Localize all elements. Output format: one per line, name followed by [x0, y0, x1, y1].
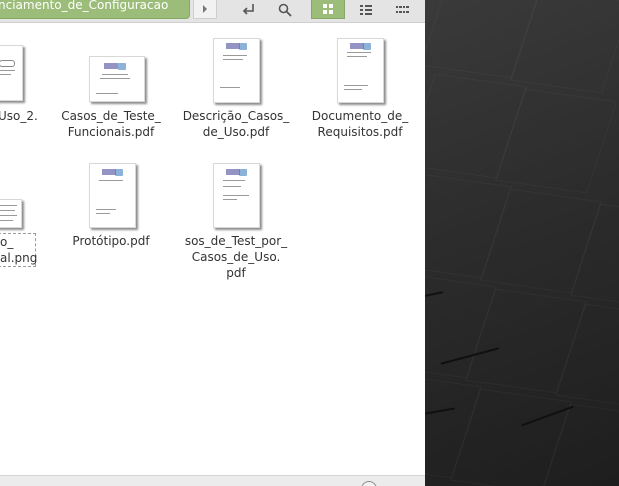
compact-view-button[interactable]: [388, 0, 416, 19]
search-icon: [278, 3, 292, 17]
pdf-thumbnail-icon: [337, 38, 384, 103]
path-bar-current-folder[interactable]: nciamento_de_Configuracao: [0, 0, 190, 19]
file-manager-window: nciamento_de_Configuracao Uso_2. Casos_d…: [0, 0, 425, 486]
grid-view-icon: [323, 4, 333, 14]
file-name: Documento_de_ Requisitos.pdf: [311, 109, 409, 139]
search-button[interactable]: [272, 0, 298, 19]
desktop-background: [425, 0, 619, 486]
image-thumbnail-icon: [0, 199, 22, 228]
file-name: sos_de_Test_por_ Casos_de_Uso. pdf: [184, 234, 288, 280]
pdf-thumbnail-icon: [0, 45, 23, 101]
path-forward-button[interactable]: [193, 0, 217, 19]
pdf-thumbnail-icon: [213, 38, 260, 103]
file-name: Casos_de_Teste_ Funcionais.pdf: [61, 109, 161, 139]
pdf-thumbnail-icon: [213, 163, 260, 228]
chevron-right-icon: [203, 5, 207, 13]
compact-view-icon: [396, 5, 409, 13]
list-view-button[interactable]: [352, 0, 380, 19]
icon-view-button[interactable]: [311, 0, 345, 19]
list-view-icon: [360, 4, 372, 15]
file-name: Descrição_Casos_ de_Uso.pdf: [182, 109, 290, 139]
file-name: Uso_2.: [0, 109, 38, 123]
path-bar-label: nciamento_de_Configuracao: [0, 0, 169, 12]
file-name: o_ al.png: [0, 233, 38, 267]
toolbar: nciamento_de_Configuracao: [0, 0, 425, 23]
location-entry-icon: [242, 3, 254, 15]
pdf-thumbnail-icon: [89, 56, 145, 102]
file-name: Protótipo.pdf: [72, 234, 150, 248]
toggle-location-button[interactable]: [236, 0, 262, 19]
pdf-thumbnail-icon: [89, 163, 136, 228]
